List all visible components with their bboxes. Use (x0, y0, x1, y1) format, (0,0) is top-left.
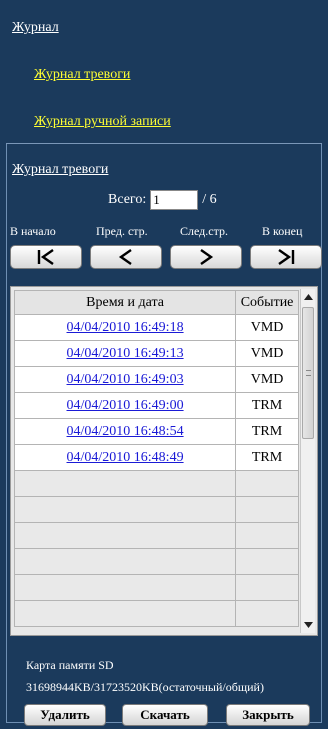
page-number-input[interactable] (150, 190, 199, 210)
triangle-up-icon (304, 294, 313, 300)
datetime-link[interactable]: 04/04/2010 16:49:03 (67, 372, 184, 387)
top-nav-panel: Журнал Журнал тревоги Журнал ручной запи… (6, 6, 322, 144)
total-pages: / 6 (202, 192, 217, 207)
table-row: 04/04/2010 16:49:13 VMD (13, 340, 299, 367)
empty-table-row (13, 522, 299, 549)
pager-buttons (10, 245, 322, 269)
table-scrollbar[interactable] (300, 289, 315, 633)
chevron-left-icon (118, 249, 132, 265)
delete-button[interactable]: Удалить (24, 704, 106, 726)
empty-table-row (13, 470, 299, 497)
empty-table-row (13, 496, 299, 523)
datetime-link[interactable]: 04/04/2010 16:49:18 (67, 320, 184, 335)
table-row: 04/04/2010 16:49:18 VMD (13, 314, 299, 341)
event-cell: VMD (235, 366, 299, 393)
scroll-down-arrow[interactable] (301, 617, 316, 633)
event-cell: TRM (235, 444, 299, 471)
datetime-link[interactable]: 04/04/2010 16:49:00 (67, 398, 184, 413)
table-row: 04/04/2010 16:48:49 TRM (13, 444, 299, 471)
alarm-log-table-container: Время и дата Событие 04/04/2010 16:49:18… (10, 286, 318, 636)
prev-page-button[interactable] (90, 245, 162, 269)
empty-table-row (13, 548, 299, 575)
table-row: 04/04/2010 16:49:00 TRM (13, 392, 299, 419)
first-page-button[interactable] (10, 245, 82, 269)
action-buttons: Удалить Скачать Закрыть (24, 704, 314, 726)
first-page-label: В начало (10, 224, 56, 238)
log-section-link[interactable]: Журнал (12, 20, 59, 36)
last-page-icon (278, 249, 295, 265)
manual-record-log-link[interactable]: Журнал ручной записи (34, 114, 171, 130)
first-page-icon (37, 249, 54, 265)
scroll-up-arrow[interactable] (301, 289, 316, 305)
event-column-header: Событие (235, 290, 299, 315)
total-row: Всего: / 6 (108, 190, 217, 210)
empty-table-row (13, 600, 299, 627)
close-button[interactable]: Закрыть (226, 704, 310, 726)
prev-page-label: Пред. стр. (96, 224, 148, 238)
next-page-button[interactable] (170, 245, 242, 269)
triangle-down-icon (304, 622, 313, 628)
alarm-log-link[interactable]: Журнал тревоги (34, 67, 130, 83)
datetime-link[interactable]: 04/04/2010 16:48:49 (67, 450, 184, 465)
download-button[interactable]: Скачать (122, 704, 208, 726)
scrollbar-thumb[interactable] (302, 307, 314, 439)
datetime-column-header: Время и дата (13, 290, 237, 315)
table-row: 04/04/2010 16:48:54 TRM (13, 418, 299, 445)
total-label: Всего: (108, 192, 147, 207)
event-cell: VMD (235, 340, 299, 367)
last-page-label: В конец (262, 224, 303, 238)
sd-card-capacity: 31698944KB/31723520KB(остаточный/общий) (26, 680, 264, 694)
next-page-label: След.стр. (180, 224, 228, 238)
event-cell: VMD (235, 314, 299, 341)
table-row: 04/04/2010 16:49:03 VMD (13, 366, 299, 393)
last-page-button[interactable] (250, 245, 322, 269)
datetime-link[interactable]: 04/04/2010 16:48:54 (67, 424, 184, 439)
alarm-log-table: Время и дата Событие 04/04/2010 16:49:18… (13, 290, 299, 627)
log-title[interactable]: Журнал тревоги (12, 162, 108, 178)
chevron-right-icon (200, 249, 214, 265)
datetime-link[interactable]: 04/04/2010 16:49:13 (67, 346, 184, 361)
event-cell: TRM (235, 418, 299, 445)
event-cell: TRM (235, 392, 299, 419)
sd-card-label: Карта памяти SD (26, 658, 114, 672)
empty-table-row (13, 574, 299, 601)
